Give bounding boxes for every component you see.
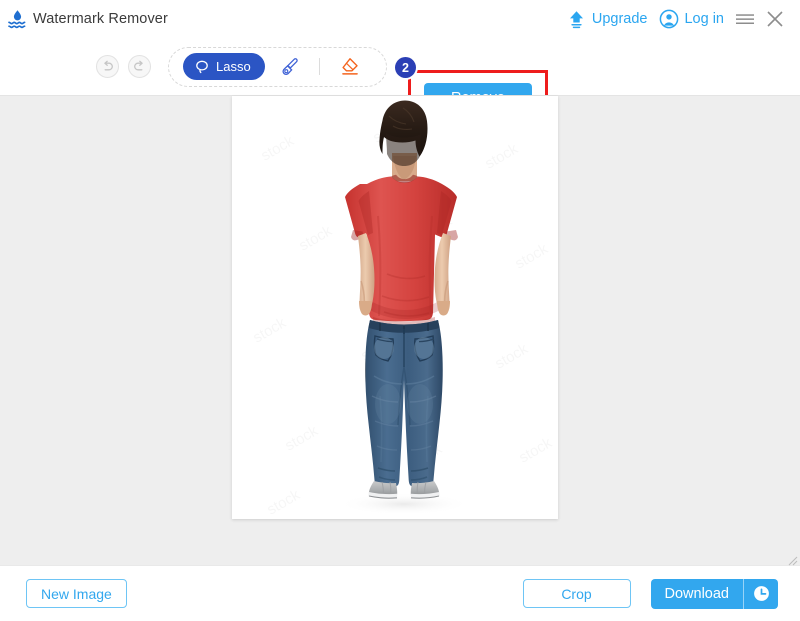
subject-photo <box>338 100 470 515</box>
watermark-remover-window: Watermark Remover Upgrade Log in Lasso 2… <box>0 0 800 621</box>
title-bar-actions: Upgrade Log in <box>560 4 790 34</box>
editor-toolbar: Lasso 2 <box>0 38 800 125</box>
watermark-drop-icon <box>8 9 27 30</box>
tool-divider <box>318 58 320 75</box>
brush-icon <box>278 56 300 78</box>
step-badge-2: 2 <box>395 57 416 78</box>
download-label: Download <box>664 585 730 602</box>
app-title: Watermark Remover <box>33 11 168 27</box>
upload-arrow-icon <box>566 9 587 30</box>
image-canvas[interactable]: stock stock stock stock stock stock stoc… <box>0 95 800 566</box>
canvas-resize-handle[interactable] <box>788 553 798 566</box>
user-circle-icon <box>659 9 679 29</box>
lasso-tool-button[interactable]: Lasso <box>183 53 265 80</box>
crop-button[interactable]: Crop <box>522 579 631 608</box>
title-bar: Watermark Remover Upgrade Log in <box>0 0 800 38</box>
download-button[interactable]: Download <box>650 578 778 609</box>
brush-tool-button[interactable] <box>267 50 311 84</box>
login-label: Log in <box>684 11 724 27</box>
clock-history-icon[interactable] <box>744 579 778 609</box>
photo-preview[interactable]: stock stock stock stock stock stock stoc… <box>232 96 558 519</box>
eraser-tool-button[interactable] <box>328 50 372 84</box>
new-image-button[interactable]: New Image <box>26 579 127 608</box>
lasso-icon <box>194 59 210 75</box>
login-button[interactable]: Log in <box>653 9 730 29</box>
redo-button[interactable] <box>128 55 151 78</box>
upgrade-button[interactable]: Upgrade <box>560 9 654 30</box>
bottom-action-bar: New Image Crop Download <box>0 565 800 621</box>
undo-button[interactable] <box>96 55 119 78</box>
upgrade-label: Upgrade <box>591 11 648 27</box>
eraser-icon <box>338 55 362 79</box>
undo-arrow-icon <box>101 60 114 73</box>
redo-arrow-icon <box>133 60 146 73</box>
app-brand: Watermark Remover <box>8 9 168 30</box>
tool-selection-group: Lasso <box>168 46 387 87</box>
hamburger-menu-icon[interactable] <box>730 4 760 34</box>
close-icon[interactable] <box>760 4 790 34</box>
lasso-tool-label: Lasso <box>216 59 251 74</box>
